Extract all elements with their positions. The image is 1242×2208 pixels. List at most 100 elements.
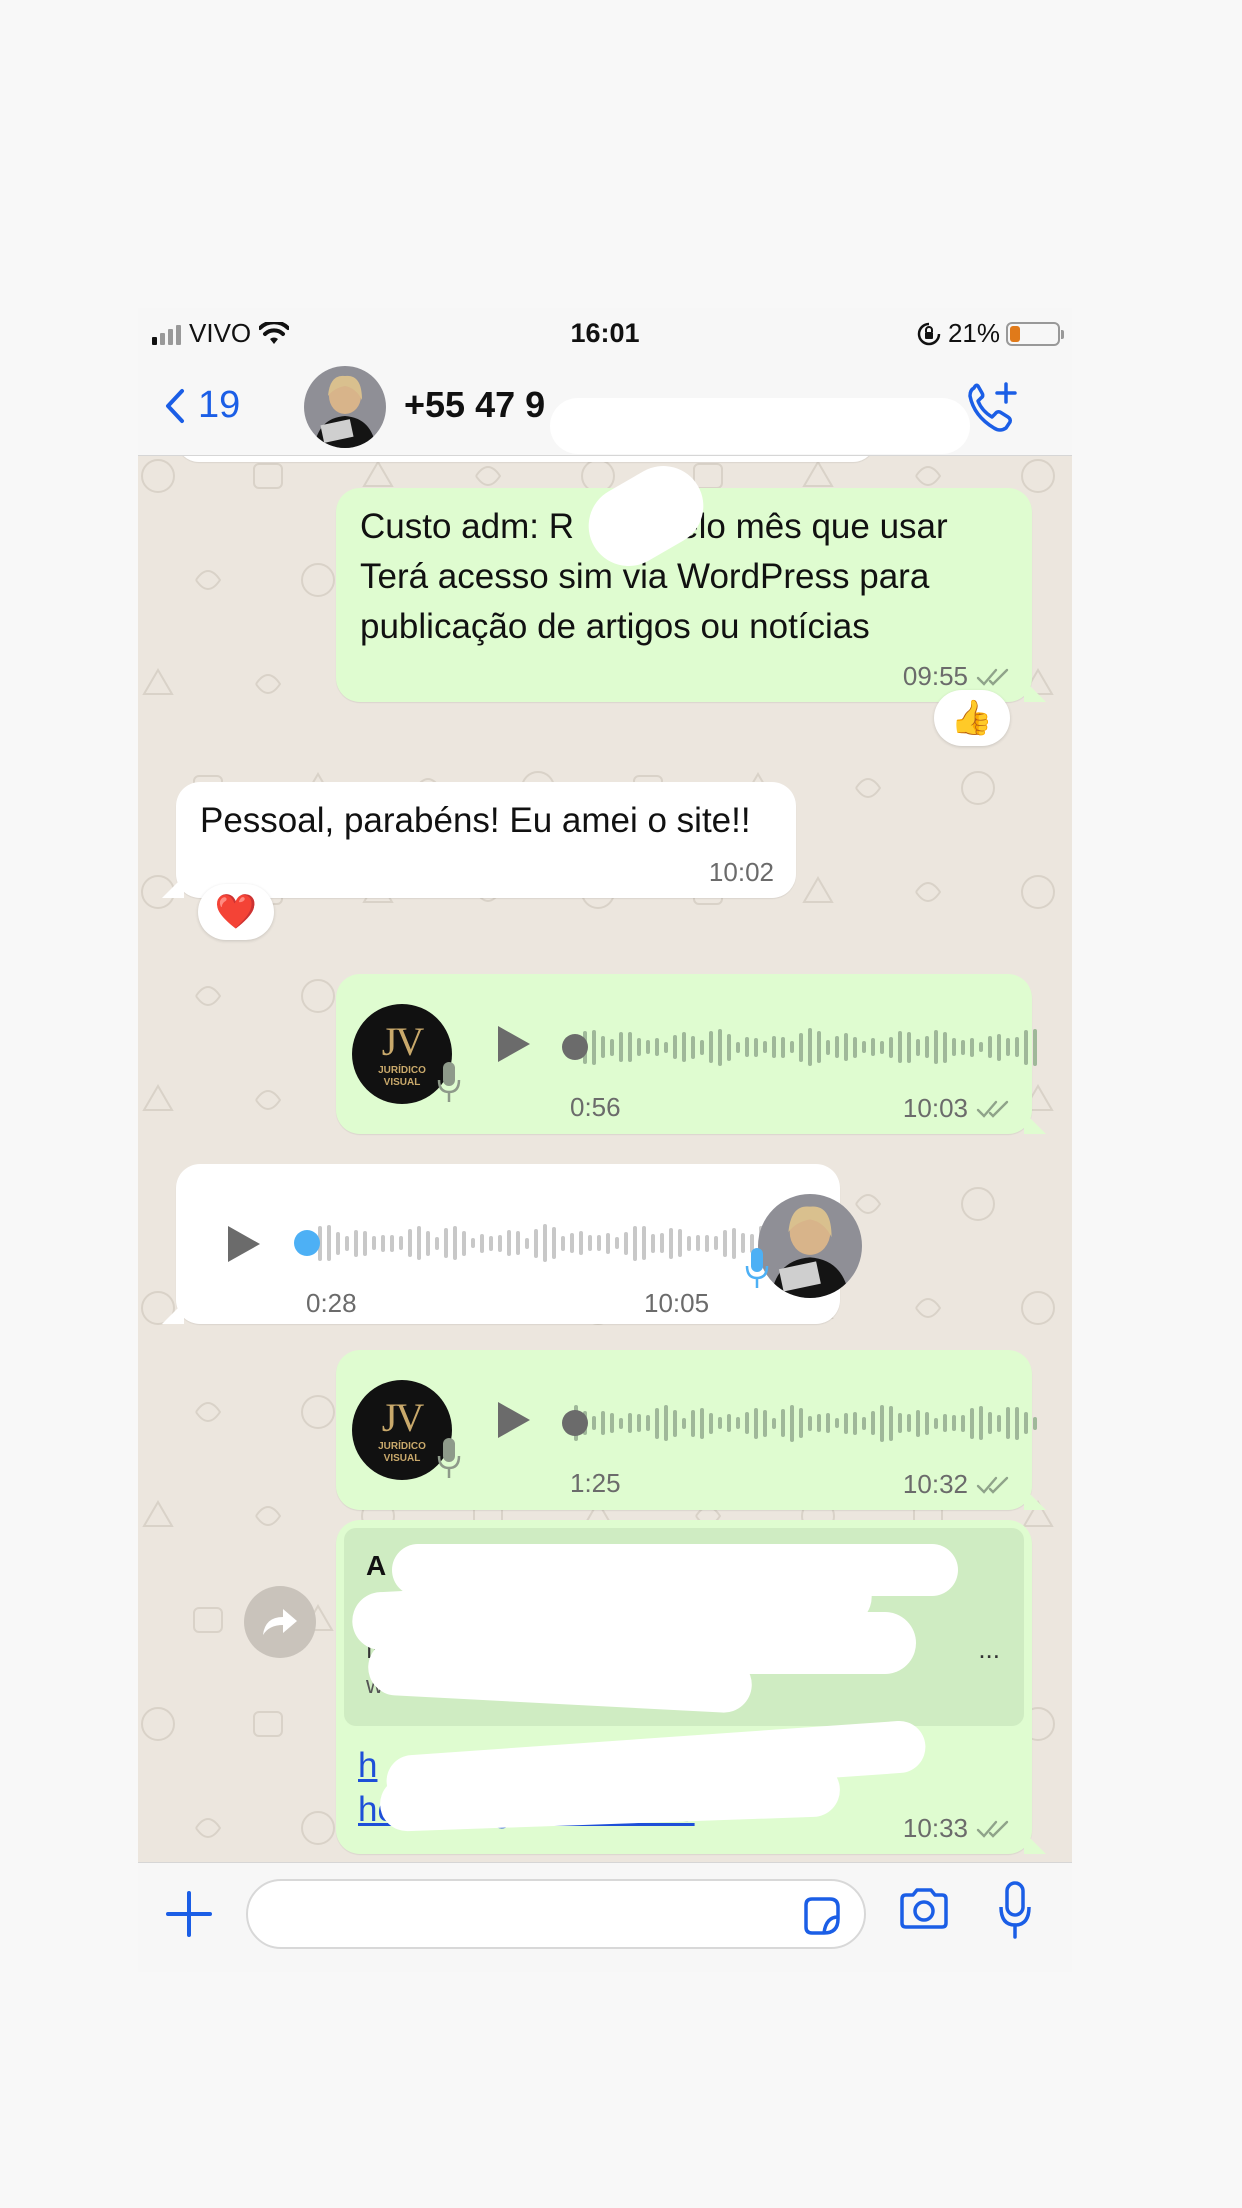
waveform-bar	[1006, 1038, 1010, 1056]
back-button[interactable]: 19	[164, 384, 240, 427]
camera-icon[interactable]	[898, 1887, 950, 1931]
waveform-bar	[907, 1031, 911, 1063]
waveform-bar	[880, 1040, 884, 1054]
waveform-bar	[696, 1235, 700, 1251]
waveform-bar	[763, 1409, 767, 1437]
waveform-bar	[642, 1226, 646, 1260]
waveform-bar	[799, 1032, 803, 1062]
waveform-bar	[808, 1415, 812, 1431]
waveform-bar	[498, 1234, 502, 1252]
waveform-bar	[592, 1029, 596, 1065]
message-time: 10:02	[708, 857, 774, 887]
waveform-bar	[889, 1405, 893, 1441]
waveform-bar	[705, 1234, 709, 1252]
waveform-bar	[619, 1032, 623, 1062]
waveform-bar	[997, 1033, 1001, 1061]
voice-message[interactable]: JV JURÍDICO VISUAL 0:56 10:03	[336, 974, 1046, 1134]
waveform-bar	[354, 1229, 358, 1257]
rotation-lock-icon	[917, 322, 941, 345]
waveform-bar	[1015, 1406, 1019, 1440]
waveform-bar	[871, 1038, 875, 1056]
waveform-bar	[799, 1408, 803, 1438]
waveform-bar	[628, 1413, 632, 1433]
waveform-bar	[462, 1230, 466, 1256]
waveform-bar	[507, 1230, 511, 1256]
waveform-bar	[723, 1229, 727, 1257]
waveform-bar	[655, 1038, 659, 1056]
forward-icon	[263, 1609, 297, 1635]
waveform-bar	[718, 1417, 722, 1429]
waveform-bar	[709, 1031, 713, 1063]
link-message[interactable]: A r N ... w h hospedagem-de-sites 10:33	[336, 1520, 1046, 1854]
waveform-bar	[637, 1038, 641, 1056]
waveform-bar	[678, 1229, 682, 1257]
link-url-line1[interactable]: h	[358, 1742, 377, 1790]
play-icon[interactable]	[224, 1222, 264, 1266]
waveform-bar	[592, 1416, 596, 1430]
chat-area: Custo adm: R pelo mês que usar Terá aces…	[138, 456, 1072, 1862]
playback-knob[interactable]	[562, 1410, 588, 1436]
message-meta: 10:33	[903, 1813, 1010, 1844]
waveform-bar	[844, 1033, 848, 1061]
playback-knob[interactable]	[562, 1034, 588, 1060]
playback-knob[interactable]	[294, 1230, 320, 1256]
waveform-bar	[660, 1233, 664, 1253]
message-meta: 10:02	[709, 857, 774, 888]
contact-avatar[interactable]	[304, 366, 386, 448]
waveform-bar	[988, 1412, 992, 1434]
message-meta: 10:32	[903, 1469, 1010, 1500]
waveform-bar	[871, 1411, 875, 1435]
waveform-bar	[943, 1414, 947, 1432]
voice-message[interactable]: JV JURÍDICO VISUAL 1:25 10:32	[336, 1350, 1046, 1510]
status-right: 21%	[916, 318, 1064, 349]
waveform-bar	[772, 1417, 776, 1429]
waveform-bar	[606, 1232, 610, 1254]
contact-name[interactable]: +55 47 9	[404, 384, 545, 426]
waveform-bar	[862, 1041, 866, 1053]
waveform-bar	[579, 1231, 583, 1255]
voice-message[interactable]: 0:28 10:05	[162, 1164, 862, 1324]
waveform-bar	[745, 1037, 749, 1057]
waveform-bar	[664, 1405, 668, 1441]
waveform-bar	[687, 1235, 691, 1251]
waveform-bar	[453, 1226, 457, 1260]
waveform-bar	[925, 1411, 929, 1435]
waveform-bar	[790, 1404, 794, 1442]
waveform-bar	[1033, 1416, 1037, 1430]
waveform-bar	[610, 1413, 614, 1433]
reaction-badge[interactable]: ❤️	[198, 884, 274, 940]
forward-button[interactable]	[244, 1586, 316, 1658]
waveform-bar	[880, 1404, 884, 1442]
sticker-icon[interactable]	[800, 1895, 842, 1937]
chevron-left-icon	[166, 388, 184, 423]
waveform-bar	[772, 1036, 776, 1058]
message-time: 10:32	[902, 1469, 968, 1499]
add-call-button[interactable]	[964, 380, 1024, 441]
message-meta: 09:55	[903, 661, 1010, 692]
unread-count: 19	[198, 384, 241, 426]
mic-icon	[437, 1062, 461, 1102]
waveform-bar	[363, 1230, 367, 1256]
plus-icon[interactable]	[164, 1889, 214, 1939]
waveform-bar	[480, 1233, 484, 1253]
waveform-bar	[426, 1230, 430, 1256]
waveform-bar	[714, 1236, 718, 1250]
waveform-bar	[826, 1413, 830, 1433]
waveform-bar	[781, 1409, 785, 1437]
play-icon[interactable]	[494, 1022, 534, 1066]
message-bubble[interactable]: Pessoal, parabéns! Eu amei o site!! 10:0…	[162, 782, 796, 898]
message-input[interactable]	[246, 1879, 866, 1949]
waveform-bar	[709, 1412, 713, 1434]
waveform-bar	[979, 1042, 983, 1052]
message-bubble[interactable]: Custo adm: R pelo mês que usar Terá aces…	[336, 456, 1046, 702]
microphone-icon[interactable]	[998, 1881, 1032, 1941]
play-icon[interactable]	[494, 1398, 534, 1442]
waveform-bar	[916, 1409, 920, 1437]
waveform-bar	[372, 1236, 376, 1250]
waveform-bar	[633, 1225, 637, 1261]
reaction-badge[interactable]: 👍	[934, 690, 1010, 746]
waveform-bar	[673, 1035, 677, 1059]
waveform-bar	[997, 1414, 1001, 1432]
waveform-bar	[700, 1039, 704, 1055]
waveform-bar	[934, 1417, 938, 1429]
